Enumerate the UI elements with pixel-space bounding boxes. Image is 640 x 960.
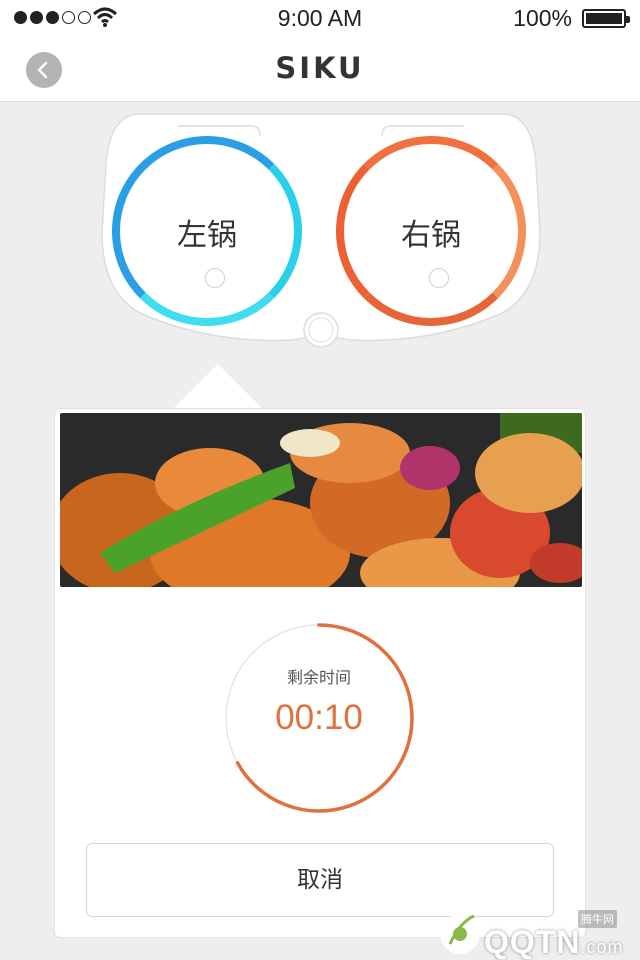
timer-label: 剩余时间 xyxy=(286,668,351,687)
leaf-logo-icon xyxy=(440,914,480,954)
page-title: SIKU xyxy=(275,51,365,85)
battery-icon xyxy=(582,9,630,28)
battery-percentage: 100% xyxy=(513,5,572,31)
left-pot-label: 左锅 xyxy=(177,218,237,253)
timer-ring: 剩余时间 00:10 xyxy=(223,622,415,814)
watermark-logo: 腾牛网 QQTN.com xyxy=(430,902,635,960)
food-image xyxy=(60,413,582,587)
timer-value: 00:10 xyxy=(275,698,363,737)
nav-bar: SIKU xyxy=(0,36,640,102)
watermark-text: QQTN.com xyxy=(484,924,624,960)
right-pot-button[interactable]: 右锅 xyxy=(336,136,526,326)
right-pot-indicator xyxy=(429,268,449,288)
left-pot-button[interactable]: 左锅 xyxy=(112,136,302,326)
card-pointer xyxy=(172,364,264,410)
status-bar: 9:00 AM 100% xyxy=(0,0,640,36)
left-pot-indicator xyxy=(205,268,225,288)
cooking-card: 剩余时间 00:10 取消 xyxy=(54,408,586,938)
right-pot-label: 右锅 xyxy=(401,218,461,253)
